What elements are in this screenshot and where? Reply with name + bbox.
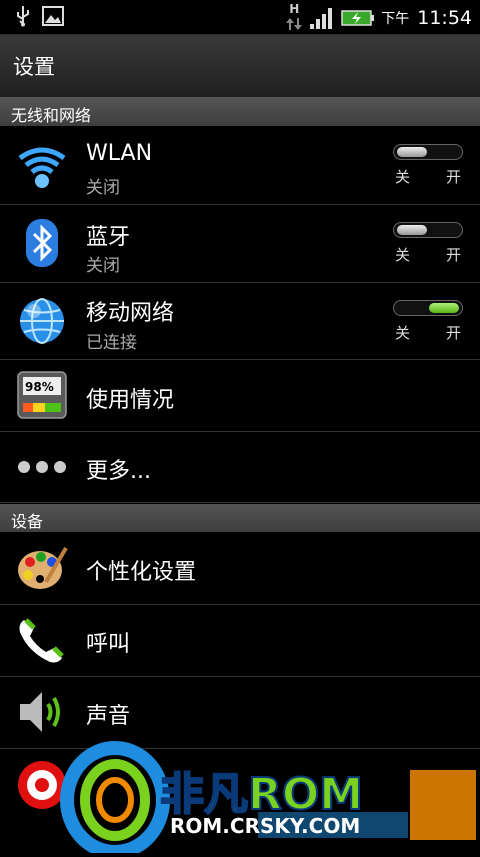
- bluetooth-label: 蓝牙: [86, 225, 131, 250]
- settings-row-call[interactable]: 呼叫: [0, 605, 480, 677]
- toggle-off-label: 关: [395, 168, 411, 186]
- section-title-wireless: 无线和网络: [11, 106, 92, 125]
- phone-icon: [19, 618, 64, 663]
- call-label: 呼叫: [86, 632, 131, 657]
- toggle-on-label: 开: [445, 168, 461, 186]
- settings-row-mobile-network[interactable]: 移动网络 已连接 关 开: [0, 283, 480, 360]
- personalize-label: 个性化设置: [86, 560, 197, 585]
- toggle-off-label: 关: [395, 246, 411, 264]
- signal-icon: [310, 8, 333, 29]
- toggle-knob: [397, 147, 427, 157]
- bluetooth-icon: [26, 219, 58, 267]
- usage-label: 使用情况: [86, 388, 175, 413]
- more-dots-icon: [18, 461, 66, 473]
- settings-row-bluetooth[interactable]: 蓝牙 关闭 关 开: [0, 205, 480, 283]
- section-header-device: 设备: [0, 504, 480, 532]
- usb-icon: [17, 6, 29, 27]
- section-title-device: 设备: [11, 512, 44, 531]
- image-icon: [42, 6, 64, 26]
- wlan-label: WLAN: [86, 141, 153, 166]
- toggle-track: [393, 144, 463, 160]
- battery-charging-icon: [341, 10, 375, 26]
- wifi-icon: [18, 147, 66, 188]
- watermark-url: ROM.CRSKY.COM: [170, 814, 361, 838]
- settings-row-usage[interactable]: 98% 使用情况: [0, 360, 480, 432]
- title-bar: 设置: [0, 35, 480, 98]
- status-bar: H 下午 11:54: [0, 0, 480, 35]
- ampm-label: 下午: [381, 11, 410, 27]
- toggle-off-label: 关: [395, 324, 411, 342]
- settings-row-wlan[interactable]: WLAN 关闭 关 开: [0, 127, 480, 205]
- wlan-status: 关闭: [86, 178, 120, 198]
- watermark-brand: 非凡ROM: [159, 768, 364, 821]
- globe-icon: [20, 298, 64, 344]
- page-title: 设置: [13, 55, 55, 79]
- settings-row-sound[interactable]: 声音: [0, 677, 480, 749]
- mobile-network-label: 移动网络: [86, 301, 175, 326]
- clock: 11:54: [417, 7, 472, 29]
- settings-row-more[interactable]: 更多...: [0, 432, 480, 503]
- gauge-text: 98%: [25, 380, 54, 394]
- settings-row-personalize[interactable]: 个性化设置: [0, 533, 480, 605]
- bluetooth-status: 关闭: [86, 256, 120, 276]
- toggle-track: [393, 300, 463, 316]
- sound-label: 声音: [86, 704, 131, 729]
- speaker-icon: [20, 692, 60, 732]
- toggle-on-label: 开: [445, 246, 461, 264]
- palette-icon: [18, 546, 68, 589]
- data-arrows-icon: H: [285, 2, 303, 32]
- watermark: 非凡ROM ROM.CRSKY.COM: [0, 740, 480, 857]
- toggle-track: [393, 222, 463, 238]
- more-label: 更多...: [86, 459, 151, 484]
- section-header-wireless: 无线和网络: [0, 98, 480, 126]
- battery-gauge-icon: 98%: [17, 371, 67, 419]
- toggle-on-label: 开: [445, 324, 461, 342]
- mobile-network-status: 已连接: [86, 333, 137, 353]
- network-type: H: [289, 2, 300, 16]
- toggle-knob: [397, 225, 427, 235]
- toggle-knob: [429, 303, 459, 313]
